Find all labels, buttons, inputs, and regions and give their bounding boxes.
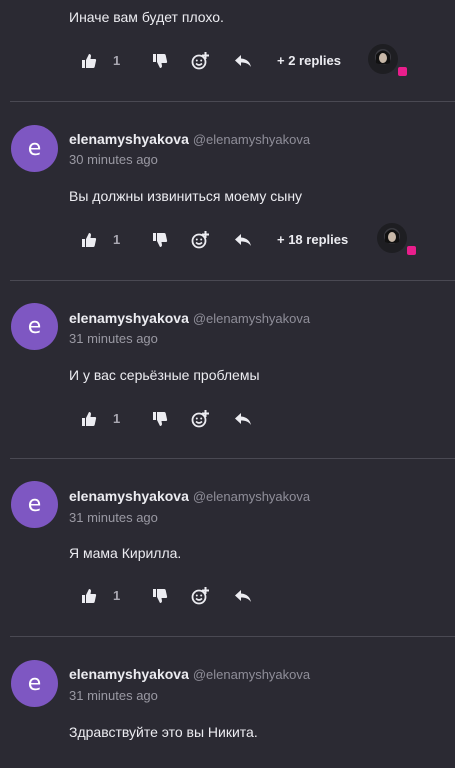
reply-button[interactable] [232, 583, 254, 609]
reply-icon [235, 590, 251, 602]
comment-time: 31 minutes ago [69, 688, 158, 703]
comment-actions: 1 [0, 583, 455, 609]
avatar[interactable]: e [11, 125, 58, 172]
thumb-down-icon [153, 233, 168, 247]
reply-icon [235, 413, 251, 425]
like-count: 1 [113, 588, 121, 603]
thumb-up-icon [82, 589, 97, 603]
thumb-down-icon [153, 54, 168, 68]
author-name[interactable]: elenamyshyakova [69, 488, 189, 504]
avatar[interactable]: e [11, 660, 58, 707]
dislike-button[interactable] [150, 406, 170, 432]
reply-avatar [377, 223, 407, 253]
add-emoji-icon [191, 587, 209, 605]
divider [10, 101, 455, 102]
thumb-down-icon [153, 412, 168, 426]
avatar[interactable]: e [11, 303, 58, 350]
comment-text: Иначе вам будет плохо. [69, 9, 224, 25]
comment-actions: 1 + 18 replies [0, 223, 455, 255]
divider [10, 458, 455, 459]
comment-author: elenamyshyakova @elenamyshyakova [69, 666, 310, 682]
add-emoji-icon [191, 231, 209, 249]
like-count: 1 [113, 232, 121, 247]
like-button[interactable] [79, 48, 99, 74]
comment-text: Вы должны извиниться моему сыну [69, 188, 303, 204]
author-handle: @elenamyshyakova [192, 311, 311, 326]
dislike-button[interactable] [150, 227, 170, 253]
reply-avatar-badge [407, 246, 416, 255]
comment-author: elenamyshyakova @elenamyshyakova [69, 488, 310, 504]
comment-text: И у вас серьёзные проблемы [69, 367, 260, 383]
author-handle: @elenamyshyakova [192, 489, 311, 504]
like-button[interactable] [79, 583, 99, 609]
comment-actions: 1 + 2 replies [0, 44, 455, 76]
view-replies-link[interactable]: + 2 replies [277, 48, 341, 74]
comment-text: Здравствуйте это вы Никита. [69, 724, 258, 740]
comment-time: 31 minutes ago [69, 331, 158, 346]
author-name[interactable]: elenamyshyakova [69, 310, 189, 326]
reply-button[interactable] [232, 406, 254, 432]
reply-button[interactable] [232, 48, 254, 74]
thumb-down-icon [153, 589, 168, 603]
add-reaction-button[interactable] [189, 406, 211, 432]
thumb-up-icon [82, 233, 97, 247]
reply-icon [235, 55, 251, 67]
reply-icon [235, 234, 251, 246]
add-reaction-button[interactable] [189, 583, 211, 609]
dislike-button[interactable] [150, 583, 170, 609]
thumb-up-icon [82, 54, 97, 68]
comment-text: Я мама Кирилла. [69, 545, 182, 561]
author-handle: @elenamyshyakova [192, 667, 311, 682]
like-count: 1 [113, 411, 121, 426]
dislike-button[interactable] [150, 48, 170, 74]
reply-avatar-badge [398, 67, 407, 76]
avatar[interactable]: e [11, 481, 58, 528]
like-button[interactable] [79, 227, 99, 253]
add-reaction-button[interactable] [189, 48, 211, 74]
add-reaction-button[interactable] [189, 227, 211, 253]
divider [10, 636, 455, 637]
view-replies-link[interactable]: + 18 replies [277, 227, 348, 253]
thumb-up-icon [82, 412, 97, 426]
comment-author: elenamyshyakova @elenamyshyakova [69, 310, 310, 326]
like-count: 1 [113, 53, 121, 68]
comment-time: 30 minutes ago [69, 152, 158, 167]
divider [10, 280, 455, 281]
reply-avatar [368, 44, 398, 74]
author-handle: @elenamyshyakova [192, 132, 311, 147]
author-name[interactable]: elenamyshyakova [69, 666, 189, 682]
like-button[interactable] [79, 406, 99, 432]
comment-author: elenamyshyakova @elenamyshyakova [69, 131, 310, 147]
author-name[interactable]: elenamyshyakova [69, 131, 189, 147]
add-emoji-icon [191, 52, 209, 70]
comment-time: 31 minutes ago [69, 510, 158, 525]
add-emoji-icon [191, 410, 209, 428]
comment-actions: 1 [0, 406, 455, 432]
reply-button[interactable] [232, 227, 254, 253]
